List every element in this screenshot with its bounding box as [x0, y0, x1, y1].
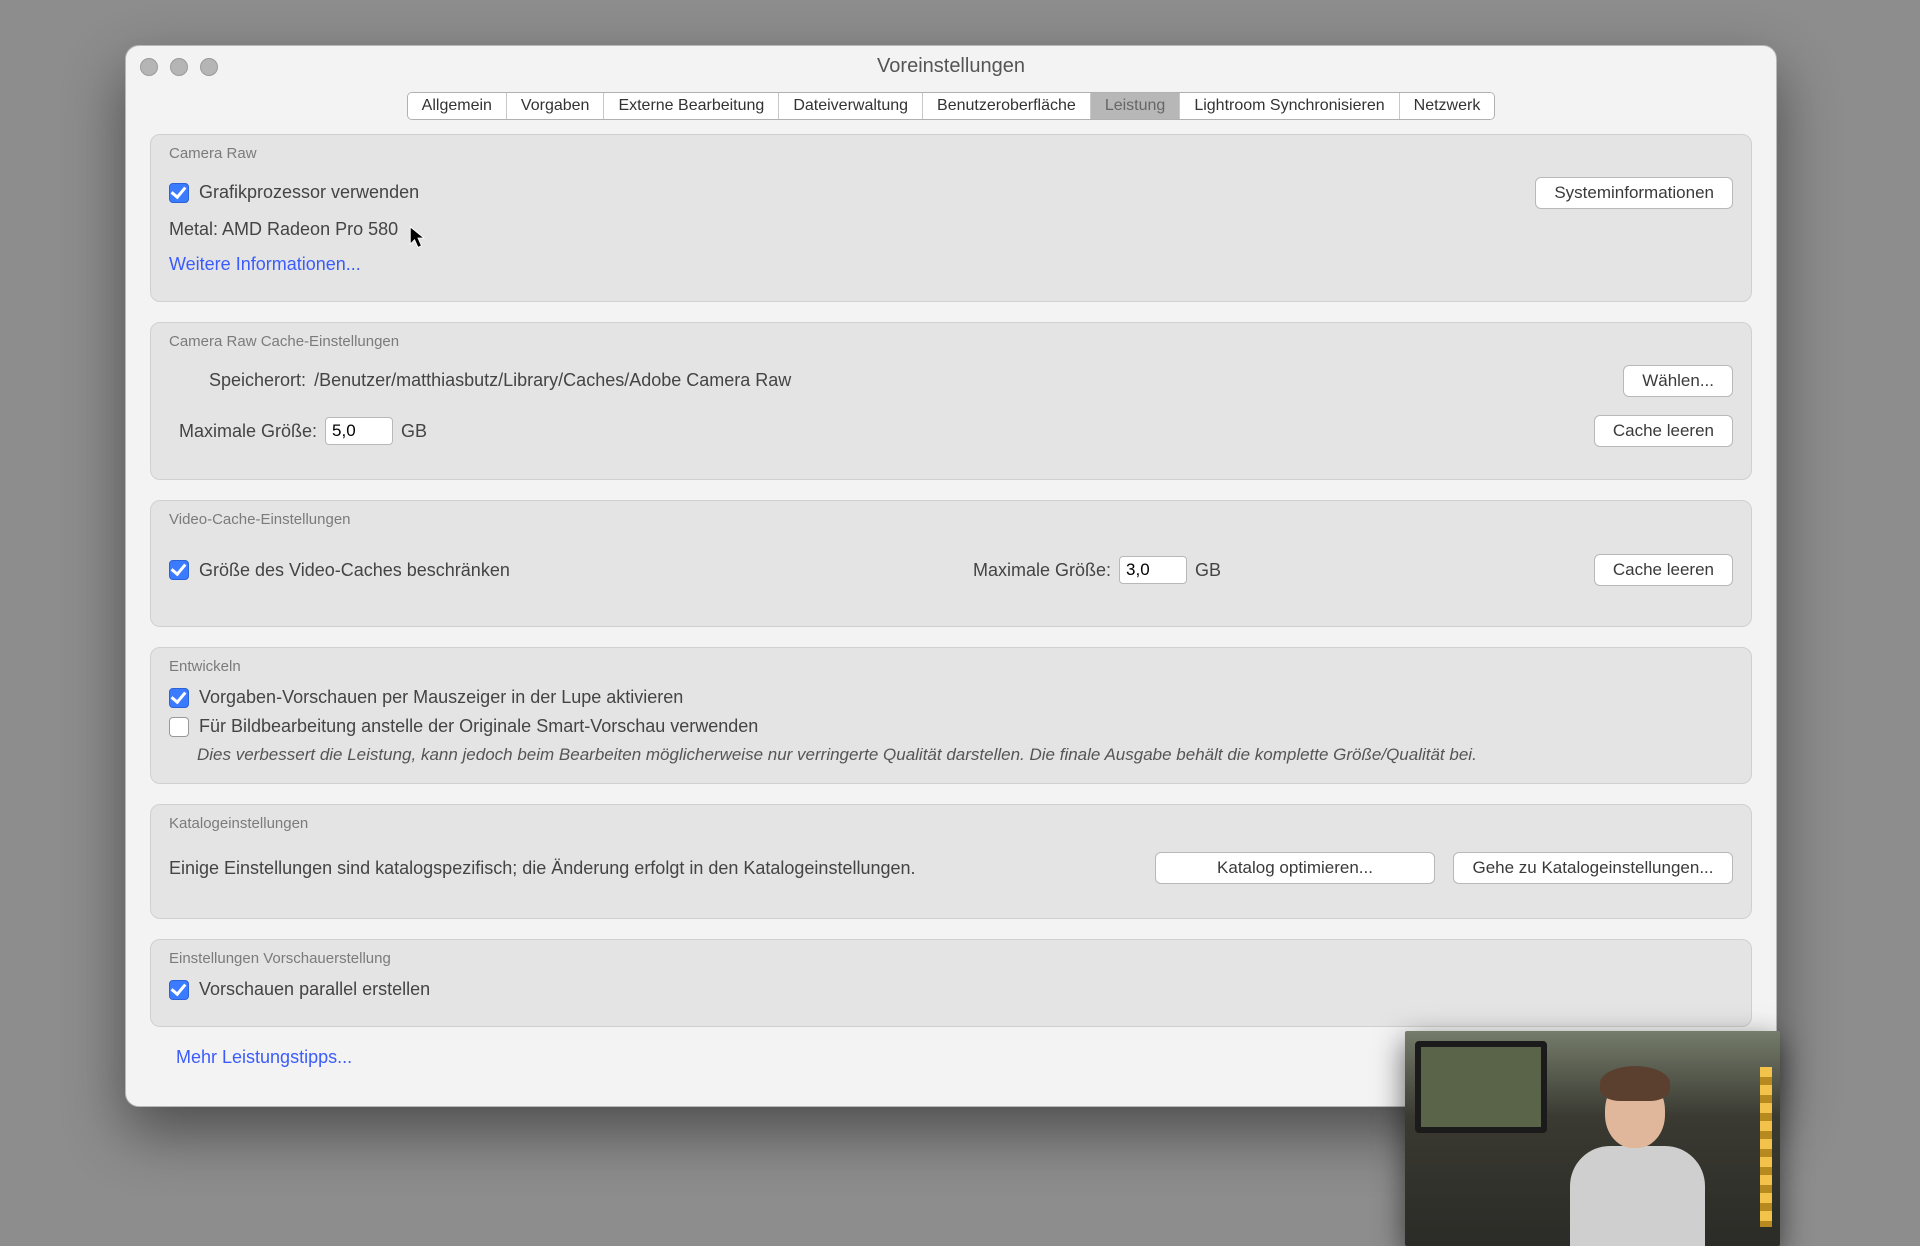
tab-netzwerk[interactable]: Netzwerk [1400, 93, 1495, 119]
section-title: Video-Cache-Einstellungen [169, 511, 1733, 528]
section-develop: Entwickeln Vorgaben-Vorschauen per Mausz… [150, 647, 1752, 784]
video-size-unit: GB [1195, 560, 1221, 581]
cache-location-value: /Benutzer/matthiasbutz/Library/Caches/Ad… [314, 370, 791, 391]
preset-hover-label: Vorgaben-Vorschauen per Mauszeiger in de… [199, 687, 683, 708]
section-catalog: Katalogeinstellungen Einige Einstellunge… [150, 804, 1752, 919]
tab-strip: Allgemein Vorgaben Externe Bearbeitung D… [407, 92, 1496, 120]
cr-max-size-input[interactable] [325, 417, 393, 445]
video-purge-cache-button[interactable]: Cache leeren [1594, 554, 1733, 586]
section-preview-generation: Einstellungen Vorschauerstellung Vorscha… [150, 939, 1752, 1027]
more-info-link[interactable]: Weitere Informationen... [169, 254, 361, 275]
section-video-cache: Video-Cache-Einstellungen Größe des Vide… [150, 500, 1752, 627]
use-gpu-label: Grafikprozessor verwenden [199, 182, 419, 203]
catalog-info-text: Einige Einstellungen sind katalogspezifi… [169, 858, 916, 879]
zoom-dot-icon[interactable] [200, 58, 218, 76]
window-controls [140, 58, 218, 76]
cr-size-unit: GB [401, 421, 427, 442]
content-area: Camera Raw Grafikprozessor verwenden Sys… [126, 120, 1776, 1106]
video-max-size-input[interactable] [1119, 556, 1187, 584]
limit-video-cache-label: Größe des Video-Caches beschränken [199, 560, 510, 581]
use-gpu-checkbox[interactable] [169, 183, 189, 203]
tab-allgemein[interactable]: Allgemein [408, 93, 507, 119]
tab-externe[interactable]: Externe Bearbeitung [604, 93, 779, 119]
section-title: Camera Raw [169, 145, 1733, 162]
choose-cache-location-button[interactable]: Wählen... [1623, 365, 1733, 397]
cr-max-size-label: Maximale Größe: [179, 421, 317, 442]
section-title: Entwickeln [169, 658, 1733, 675]
parallel-previews-checkbox[interactable] [169, 980, 189, 1000]
window-title: Voreinstellungen [877, 55, 1025, 78]
gpu-info-text: Metal: AMD Radeon Pro 580 [169, 219, 398, 240]
tab-benutzeroberflaeche[interactable]: Benutzeroberfläche [923, 93, 1091, 119]
cr-purge-cache-button[interactable]: Cache leeren [1594, 415, 1733, 447]
tab-bar: Allgemein Vorgaben Externe Bearbeitung D… [126, 92, 1776, 120]
cache-location-label: Speicherort: [209, 370, 306, 391]
tab-vorgaben[interactable]: Vorgaben [507, 93, 605, 119]
tab-dateiverwaltung[interactable]: Dateiverwaltung [779, 93, 923, 119]
more-performance-tips-link[interactable]: Mehr Leistungstipps... [176, 1047, 352, 1067]
minimize-dot-icon[interactable] [170, 58, 188, 76]
section-title: Einstellungen Vorschauerstellung [169, 950, 1733, 967]
smart-preview-note: Dies verbessert die Leistung, kann jedoc… [197, 745, 1733, 765]
section-camera-raw: Camera Raw Grafikprozessor verwenden Sys… [150, 134, 1752, 302]
smart-preview-label: Für Bildbearbeitung anstelle der Origina… [199, 716, 758, 737]
section-cr-cache: Camera Raw Cache-Einstellungen Speichero… [150, 322, 1752, 480]
parallel-previews-label: Vorschauen parallel erstellen [199, 979, 430, 1000]
optimize-catalog-button[interactable]: Katalog optimieren... [1155, 852, 1435, 884]
preset-hover-checkbox[interactable] [169, 688, 189, 708]
section-title: Camera Raw Cache-Einstellungen [169, 333, 1733, 350]
webcam-overlay [1405, 1031, 1780, 1246]
tab-lrsync[interactable]: Lightroom Synchronisieren [1180, 93, 1399, 119]
titlebar: Voreinstellungen [126, 46, 1776, 86]
tab-leistung[interactable]: Leistung [1091, 93, 1181, 119]
video-max-size-label: Maximale Größe: [973, 560, 1111, 581]
close-dot-icon[interactable] [140, 58, 158, 76]
section-title: Katalogeinstellungen [169, 815, 1733, 832]
goto-catalog-settings-button[interactable]: Gehe zu Katalogeinstellungen... [1453, 852, 1733, 884]
smart-preview-checkbox[interactable] [169, 717, 189, 737]
system-info-button[interactable]: Systeminformationen [1535, 177, 1733, 209]
preferences-window: Voreinstellungen Allgemein Vorgaben Exte… [125, 45, 1777, 1107]
limit-video-cache-checkbox[interactable] [169, 560, 189, 580]
